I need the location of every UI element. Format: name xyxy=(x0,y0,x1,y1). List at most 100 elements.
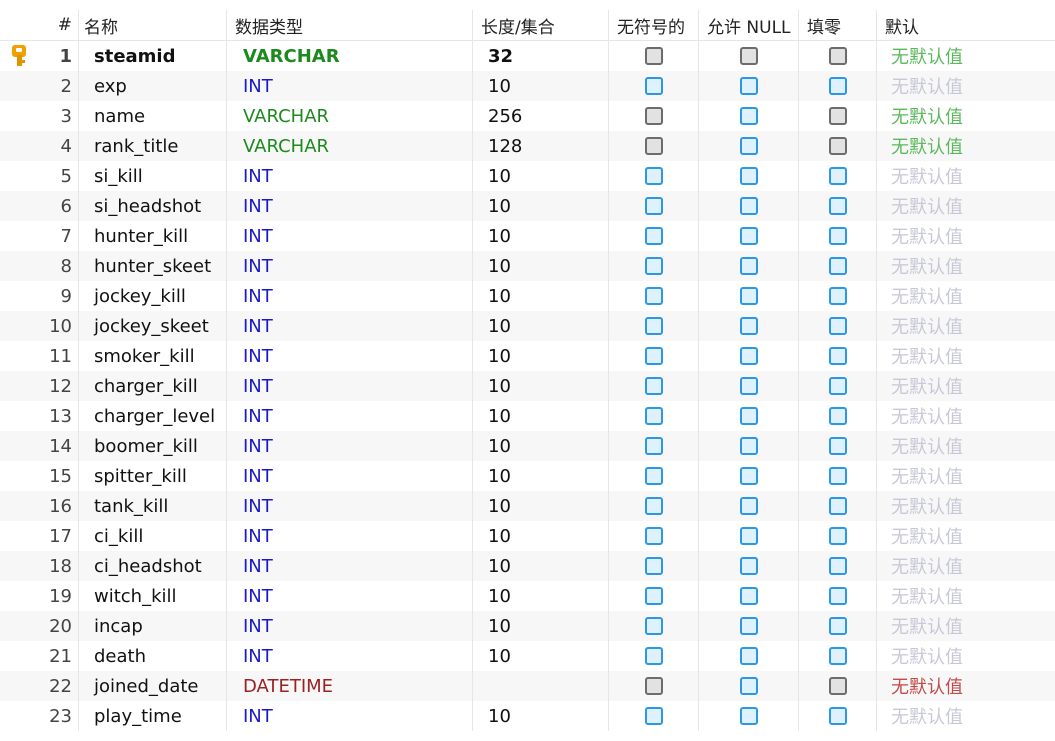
default-value[interactable]: 无默认值 xyxy=(877,641,1055,671)
column-name[interactable]: name xyxy=(79,101,227,131)
length-value[interactable]: 10 xyxy=(473,461,609,491)
default-value[interactable]: 无默认值 xyxy=(877,701,1055,731)
data-type[interactable]: DATETIME xyxy=(227,671,473,701)
header-unsigned[interactable]: 无符号的 xyxy=(609,10,699,40)
unsigned-checkbox[interactable] xyxy=(644,467,663,485)
table-row[interactable]: 7 hunter_kill INT 10 无默认值 xyxy=(0,221,1055,251)
header-default[interactable]: 默认 xyxy=(877,10,1055,40)
zerofill-checkbox[interactable] xyxy=(828,47,847,65)
allow-null-checkbox[interactable] xyxy=(739,287,758,305)
column-name[interactable]: jockey_kill xyxy=(79,281,227,311)
default-value[interactable]: 无默认值 xyxy=(877,131,1055,161)
column-name[interactable]: boomer_kill xyxy=(79,431,227,461)
column-name[interactable]: play_time xyxy=(79,701,227,731)
length-value[interactable] xyxy=(473,671,609,701)
length-value[interactable]: 10 xyxy=(473,311,609,341)
default-value[interactable]: 无默认值 xyxy=(877,431,1055,461)
data-type[interactable]: INT xyxy=(227,401,473,431)
allow-null-checkbox[interactable] xyxy=(739,227,758,245)
length-value[interactable]: 10 xyxy=(473,161,609,191)
length-value[interactable]: 10 xyxy=(473,521,609,551)
allow-null-checkbox[interactable] xyxy=(739,377,758,395)
data-type[interactable]: INT xyxy=(227,191,473,221)
allow-null-checkbox[interactable] xyxy=(739,527,758,545)
default-value[interactable]: 无默认值 xyxy=(877,581,1055,611)
allow-null-checkbox[interactable] xyxy=(739,107,758,125)
header-length[interactable]: 长度/集合 xyxy=(473,10,609,40)
default-value[interactable]: 无默认值 xyxy=(877,491,1055,521)
unsigned-checkbox[interactable] xyxy=(644,557,663,575)
zerofill-checkbox[interactable] xyxy=(828,377,847,395)
column-name[interactable]: joined_date xyxy=(79,671,227,701)
allow-null-checkbox[interactable] xyxy=(739,47,758,65)
zerofill-checkbox[interactable] xyxy=(828,557,847,575)
column-name[interactable]: rank_title xyxy=(79,131,227,161)
table-row[interactable]: 5 si_kill INT 10 无默认值 xyxy=(0,161,1055,191)
table-row[interactable]: 17 ci_kill INT 10 无默认值 xyxy=(0,521,1055,551)
data-type[interactable]: INT xyxy=(227,701,473,731)
zerofill-checkbox[interactable] xyxy=(828,677,847,695)
length-value[interactable]: 10 xyxy=(473,641,609,671)
zerofill-checkbox[interactable] xyxy=(828,527,847,545)
zerofill-checkbox[interactable] xyxy=(828,227,847,245)
table-row[interactable]: 3 name VARCHAR 256 无默认值 xyxy=(0,101,1055,131)
table-row[interactable]: 18 ci_headshot INT 10 无默认值 xyxy=(0,551,1055,581)
length-value[interactable]: 10 xyxy=(473,221,609,251)
zerofill-checkbox[interactable] xyxy=(828,647,847,665)
allow-null-checkbox[interactable] xyxy=(739,137,758,155)
zerofill-checkbox[interactable] xyxy=(828,137,847,155)
allow-null-checkbox[interactable] xyxy=(739,587,758,605)
data-type[interactable]: INT xyxy=(227,491,473,521)
header-name[interactable]: 名称 xyxy=(79,10,227,40)
allow-null-checkbox[interactable] xyxy=(739,467,758,485)
column-name[interactable]: jockey_skeet xyxy=(79,311,227,341)
table-row[interactable]: 1 steamid VARCHAR 32 无默认值 xyxy=(0,41,1055,71)
default-value[interactable]: 无默认值 xyxy=(877,281,1055,311)
allow-null-checkbox[interactable] xyxy=(739,437,758,455)
data-type[interactable]: INT xyxy=(227,581,473,611)
data-type[interactable]: INT xyxy=(227,161,473,191)
table-row[interactable]: 14 boomer_kill INT 10 无默认值 xyxy=(0,431,1055,461)
allow-null-checkbox[interactable] xyxy=(739,647,758,665)
zerofill-checkbox[interactable] xyxy=(828,257,847,275)
length-value[interactable]: 10 xyxy=(473,611,609,641)
default-value[interactable]: 无默认值 xyxy=(877,221,1055,251)
table-row[interactable]: 2 exp INT 10 无默认值 xyxy=(0,71,1055,101)
column-name[interactable]: witch_kill xyxy=(79,581,227,611)
column-name[interactable]: ci_kill xyxy=(79,521,227,551)
allow-null-checkbox[interactable] xyxy=(739,347,758,365)
unsigned-checkbox[interactable] xyxy=(644,617,663,635)
header-type[interactable]: 数据类型 xyxy=(227,10,473,40)
zerofill-checkbox[interactable] xyxy=(828,197,847,215)
length-value[interactable]: 10 xyxy=(473,401,609,431)
table-row[interactable]: 6 si_headshot INT 10 无默认值 xyxy=(0,191,1055,221)
column-name[interactable]: death xyxy=(79,641,227,671)
allow-null-checkbox[interactable] xyxy=(739,677,758,695)
table-row[interactable]: 11 smoker_kill INT 10 无默认值 xyxy=(0,341,1055,371)
table-row[interactable]: 21 death INT 10 无默认值 xyxy=(0,641,1055,671)
column-name[interactable]: spitter_kill xyxy=(79,461,227,491)
allow-null-checkbox[interactable] xyxy=(739,77,758,95)
data-type[interactable]: INT xyxy=(227,551,473,581)
table-row[interactable]: 10 jockey_skeet INT 10 无默认值 xyxy=(0,311,1055,341)
table-row[interactable]: 12 charger_kill INT 10 无默认值 xyxy=(0,371,1055,401)
table-row[interactable]: 8 hunter_skeet INT 10 无默认值 xyxy=(0,251,1055,281)
table-row[interactable]: 20 incap INT 10 无默认值 xyxy=(0,611,1055,641)
data-type[interactable]: VARCHAR xyxy=(227,41,473,71)
table-row[interactable]: 19 witch_kill INT 10 无默认值 xyxy=(0,581,1055,611)
length-value[interactable]: 10 xyxy=(473,251,609,281)
data-type[interactable]: INT xyxy=(227,611,473,641)
default-value[interactable]: 无默认值 xyxy=(877,521,1055,551)
unsigned-checkbox[interactable] xyxy=(644,227,663,245)
column-name[interactable]: charger_level xyxy=(79,401,227,431)
length-value[interactable]: 10 xyxy=(473,581,609,611)
data-type[interactable]: INT xyxy=(227,281,473,311)
allow-null-checkbox[interactable] xyxy=(739,497,758,515)
default-value[interactable]: 无默认值 xyxy=(877,251,1055,281)
unsigned-checkbox[interactable] xyxy=(644,347,663,365)
table-row[interactable]: 15 spitter_kill INT 10 无默认值 xyxy=(0,461,1055,491)
unsigned-checkbox[interactable] xyxy=(644,497,663,515)
data-type[interactable]: VARCHAR xyxy=(227,101,473,131)
default-value[interactable]: 无默认值 xyxy=(877,101,1055,131)
table-row[interactable]: 13 charger_level INT 10 无默认值 xyxy=(0,401,1055,431)
